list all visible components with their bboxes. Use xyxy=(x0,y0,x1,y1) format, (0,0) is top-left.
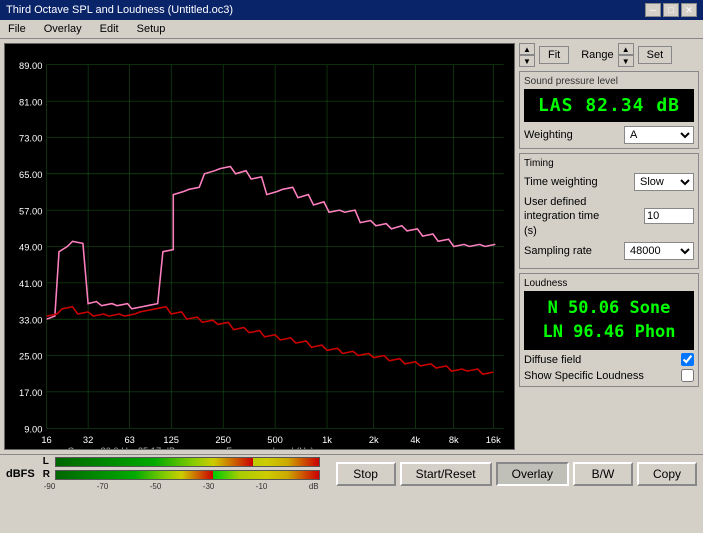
tick-db: dB xyxy=(309,482,319,491)
svg-text:65.00: 65.00 xyxy=(19,170,42,180)
set-button[interactable]: Set xyxy=(638,46,673,64)
meter-r-row: R xyxy=(43,469,320,480)
svg-text:4k: 4k xyxy=(410,435,420,445)
svg-text:250: 250 xyxy=(215,435,231,445)
integration-input[interactable] xyxy=(644,208,694,224)
meter-l-row: L xyxy=(43,456,320,467)
top-arrow-group: ▲ ▼ xyxy=(519,43,535,67)
top-down-button[interactable]: ▼ xyxy=(519,55,535,67)
svg-text:Frequency band (Hz): Frequency band (Hz) xyxy=(226,446,314,449)
weighting-select[interactable]: A B C Z xyxy=(624,126,694,144)
chart-svg: 89.00 81.00 73.00 65.00 57.00 49.00 41.0… xyxy=(5,44,514,449)
bottom-bar: dBFS L R -90 -70 -50 -30 -10 dB Stop Sta… xyxy=(0,454,703,492)
minimize-button[interactable]: ─ xyxy=(645,3,661,17)
range-arrow-group: ▲ ▼ xyxy=(618,43,634,67)
meter-l-label: L xyxy=(43,456,53,467)
tick-30: -30 xyxy=(203,482,215,491)
svg-text:33.00: 33.00 xyxy=(19,315,42,325)
sampling-row: Sampling rate 44100 48000 96000 xyxy=(524,242,694,260)
spl-section-label: Sound pressure level xyxy=(524,76,694,87)
svg-text:57.00: 57.00 xyxy=(19,206,42,216)
close-button[interactable]: ✕ xyxy=(681,3,697,17)
sampling-label: Sampling rate xyxy=(524,245,592,257)
menu-setup[interactable]: Setup xyxy=(133,22,170,36)
svg-text:41.00: 41.00 xyxy=(19,279,42,289)
integration-row: User definedintegration time (s) xyxy=(524,195,694,238)
specific-loudness-label: Show Specific Loudness xyxy=(524,370,644,382)
range-up-button[interactable]: ▲ xyxy=(618,43,634,55)
loudness-display: N 50.06 Sone LN 96.46 Phon xyxy=(524,291,694,351)
svg-text:81.00: 81.00 xyxy=(19,97,42,107)
meter-r-bar xyxy=(55,470,320,480)
right-panel: ▲ ▼ Fit Range ▲ ▼ Set Sound pressure lev… xyxy=(515,39,703,454)
svg-text:Cursor: 20.0 Hz, 35.17 dB: Cursor: 20.0 Hz, 35.17 dB xyxy=(67,446,175,449)
diffuse-field-label: Diffuse field xyxy=(524,354,581,366)
time-weighting-label: Time weighting xyxy=(524,176,598,188)
tick-70: -70 xyxy=(97,482,109,491)
start-reset-button[interactable]: Start/Reset xyxy=(400,462,492,486)
loudness-line2: LN 96.46 Phon xyxy=(542,322,675,342)
timing-section-label: Timing xyxy=(524,158,694,169)
spl-display: LAS 82.34 dB xyxy=(524,89,694,122)
top-up-button[interactable]: ▲ xyxy=(519,43,535,55)
svg-text:32: 32 xyxy=(83,435,93,445)
title-bar-buttons: ─ □ ✕ xyxy=(645,3,697,17)
window-title: Third Octave SPL and Loudness (Untitled.… xyxy=(6,4,233,16)
menu-overlay[interactable]: Overlay xyxy=(40,22,86,36)
bw-button[interactable]: B/W xyxy=(573,462,633,486)
meter-ticks: -90 -70 -50 -30 -10 dB xyxy=(43,482,320,491)
svg-text:125: 125 xyxy=(163,435,179,445)
specific-loudness-checkbox[interactable] xyxy=(681,369,694,382)
diffuse-field-checkbox[interactable] xyxy=(681,353,694,366)
svg-text:49.00: 49.00 xyxy=(19,243,42,253)
specific-loudness-row: Show Specific Loudness xyxy=(524,369,694,382)
overlay-button[interactable]: Overlay xyxy=(496,462,569,486)
range-down-button[interactable]: ▼ xyxy=(618,55,634,67)
bottom-buttons: Stop Start/Reset Overlay B/W Copy xyxy=(336,462,697,486)
svg-text:500: 500 xyxy=(267,435,283,445)
loudness-line1: N 50.06 Sone xyxy=(548,298,671,318)
menu-edit[interactable]: Edit xyxy=(96,22,123,36)
copy-button[interactable]: Copy xyxy=(637,462,697,486)
meter-container: L R -90 -70 -50 -30 -10 dB xyxy=(43,456,320,491)
svg-text:89.00: 89.00 xyxy=(19,61,42,71)
svg-text:9.00: 9.00 xyxy=(24,424,42,434)
weighting-label: Weighting xyxy=(524,129,573,141)
range-label: Range xyxy=(581,49,613,61)
maximize-button[interactable]: □ xyxy=(663,3,679,17)
menu-file[interactable]: File xyxy=(4,22,30,36)
spl-panel: Sound pressure level LAS 82.34 dB Weight… xyxy=(519,71,699,149)
menu-bar: File Overlay Edit Setup xyxy=(0,20,703,39)
fit-button[interactable]: Fit xyxy=(539,46,569,64)
chart-area: Third octave SPL dB ARTA 89.00 81.00 73.… xyxy=(4,43,515,450)
sampling-select[interactable]: 44100 48000 96000 xyxy=(624,242,694,260)
integration-label: User definedintegration time (s) xyxy=(524,195,614,238)
stop-button[interactable]: Stop xyxy=(336,462,396,486)
meter-r-label: R xyxy=(43,469,53,480)
main-container: Third octave SPL dB ARTA 89.00 81.00 73.… xyxy=(0,39,703,454)
title-bar: Third Octave SPL and Loudness (Untitled.… xyxy=(0,0,703,20)
time-weighting-row: Time weighting Slow Fast Impulse xyxy=(524,173,694,191)
loudness-panel: Loudness N 50.06 Sone LN 96.46 Phon Diff… xyxy=(519,273,699,388)
top-controls: ▲ ▼ Fit Range ▲ ▼ Set xyxy=(519,43,699,67)
tick-10: -10 xyxy=(256,482,268,491)
meter-l-bar xyxy=(55,457,320,467)
dbfs-label: dBFS xyxy=(6,468,35,480)
timing-panel: Timing Time weighting Slow Fast Impulse … xyxy=(519,153,699,269)
svg-text:63: 63 xyxy=(124,435,134,445)
tick-50: -50 xyxy=(150,482,162,491)
loudness-section-label: Loudness xyxy=(524,278,694,289)
svg-text:2k: 2k xyxy=(369,435,379,445)
diffuse-field-row: Diffuse field xyxy=(524,353,694,366)
svg-text:16k: 16k xyxy=(486,435,501,445)
time-weighting-select[interactable]: Slow Fast Impulse xyxy=(634,173,694,191)
svg-text:25.00: 25.00 xyxy=(19,352,42,362)
svg-text:73.00: 73.00 xyxy=(19,134,42,144)
svg-text:17.00: 17.00 xyxy=(19,388,42,398)
svg-text:1k: 1k xyxy=(322,435,332,445)
weighting-row: Weighting A B C Z xyxy=(524,126,694,144)
svg-text:8k: 8k xyxy=(449,435,459,445)
svg-text:16: 16 xyxy=(41,435,51,445)
tick-90: -90 xyxy=(44,482,56,491)
